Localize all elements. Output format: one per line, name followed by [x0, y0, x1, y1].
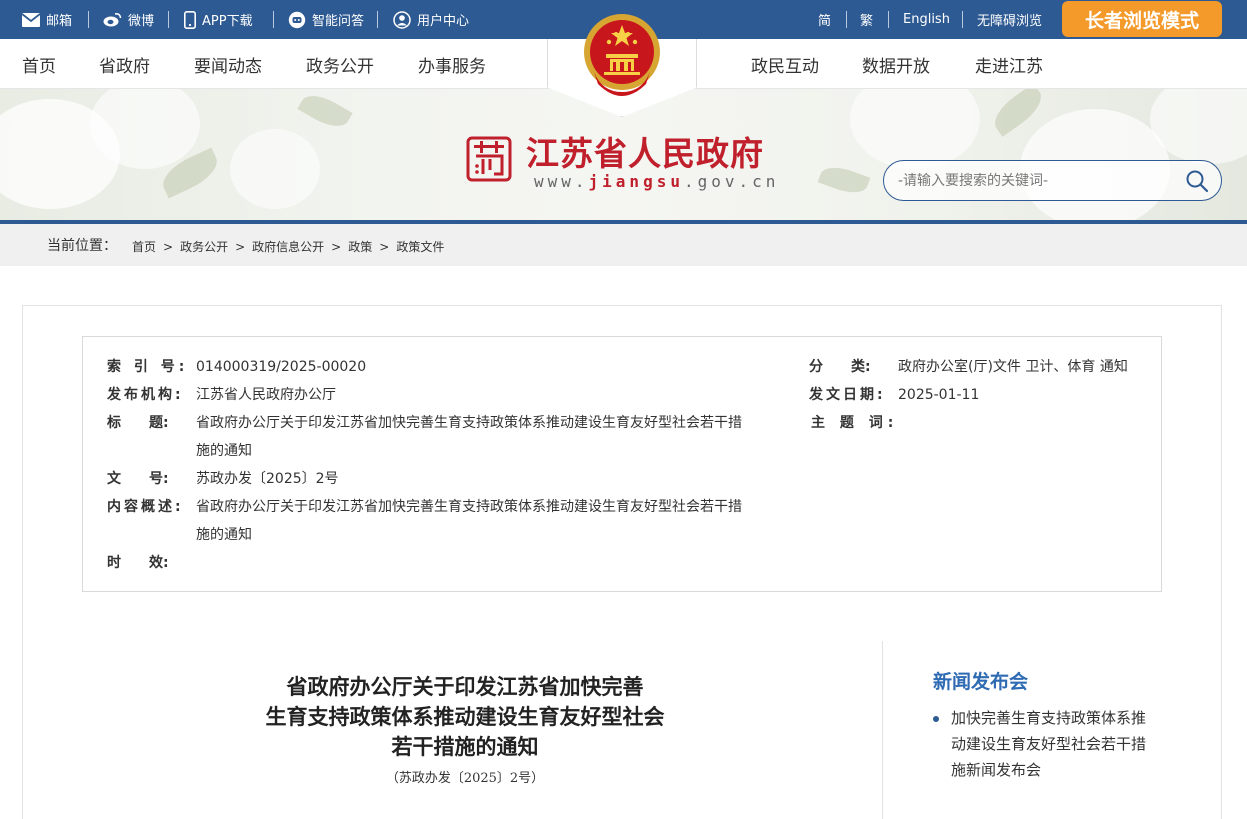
meta-index-label: 索 引 号: — [107, 359, 189, 375]
site-title[interactable]: 江苏省人民政府 — [526, 127, 764, 175]
user-center-label: 用户中心 — [417, 14, 470, 29]
document-number: （苏政办发〔2025〕2号） — [385, 771, 545, 786]
app-download-label: APP下载 — [202, 14, 253, 29]
meta-publisher-value: 江苏省人民政府办公厅 — [196, 387, 336, 403]
separator — [962, 11, 963, 28]
separator — [846, 11, 847, 28]
document-title: 省政府办公厅关于印发江苏省加快完善 生育支持政策体系推动建设生育友好型社会 若干… — [180, 672, 750, 762]
site-url-suffix: .gov.cn — [683, 172, 780, 191]
user-center-link[interactable]: 用户中心 — [393, 0, 469, 39]
user-icon — [393, 10, 411, 29]
site-url-prefix: www. — [534, 172, 589, 191]
nav-news[interactable]: 要闻动态 — [194, 39, 262, 89]
simplified-chinese-link[interactable]: 简 — [818, 0, 831, 39]
mail-label: 邮箱 — [46, 14, 73, 29]
nav-provincial-government[interactable]: 省政府 — [99, 39, 150, 89]
meta-docno-value: 苏政办发〔2025〕2号 — [196, 471, 339, 487]
meta-index-value: 014000319/2025-00020 — [196, 359, 367, 375]
meta-date-value: 2025-01-11 — [898, 387, 980, 403]
breadcrumb-list: 首页 > 政务公开 > 政府信息公开 > 政策 > 政策文件 — [132, 240, 445, 254]
meta-summary-value-line2: 施的通知 — [196, 527, 252, 543]
separator — [377, 11, 378, 28]
bullet-icon — [933, 716, 939, 722]
breadcrumb-label: 当前位置： — [47, 238, 117, 254]
breadcrumb-info-disclosure[interactable]: 政府信息公开 — [252, 240, 324, 254]
english-link[interactable]: English — [903, 0, 950, 39]
meta-title-value-line2: 施的通知 — [196, 443, 252, 459]
nav-government-affairs[interactable]: 政务公开 — [306, 39, 374, 89]
smart-qa-label: 智能问答 — [312, 14, 365, 29]
site-url: www.jiangsu.gov.cn — [534, 172, 779, 191]
separator — [888, 11, 889, 28]
accessibility-link[interactable]: 无障碍浏览 — [977, 0, 1042, 39]
smart-qa-link[interactable]: 智能问答 — [288, 0, 364, 39]
search-input[interactable] — [898, 161, 1178, 200]
breadcrumb-government-affairs[interactable]: 政务公开 — [180, 240, 228, 254]
separator — [273, 11, 274, 28]
chat-robot-icon — [288, 11, 306, 28]
nav-open-data[interactable]: 数据开放 — [862, 39, 930, 89]
meta-publisher-label: 发布机构: — [107, 387, 184, 403]
sidebar-news-item-label: 加快完善生育支持政策体系推动建设生育友好型社会若干措施新闻发布会 — [951, 709, 1147, 779]
sidebar-divider — [882, 641, 883, 819]
meta-date-label: 发文日期: — [809, 387, 886, 403]
app-download-link[interactable]: APP下载 — [184, 0, 253, 39]
sidebar-news-item[interactable]: 加快完善生育支持政策体系推动建设生育友好型社会若干措施新闻发布会 — [933, 705, 1153, 783]
breadcrumb: 当前位置： 首页 > 政务公开 > 政府信息公开 > 政策 > 政策文件 — [0, 224, 1247, 266]
nav-interaction[interactable]: 政民互动 — [751, 39, 819, 89]
national-emblem-icon[interactable] — [582, 12, 662, 96]
search-icon[interactable] — [1185, 169, 1209, 193]
sidebar-title[interactable]: 新闻发布会 — [933, 667, 1028, 694]
jiangsu-logo-icon[interactable] — [466, 136, 512, 182]
phone-icon — [184, 10, 196, 29]
meta-summary-value-line1: 省政府办公厅关于印发江苏省加快完善生育支持政策体系推动建设生育友好型社会若干措 — [196, 499, 742, 515]
weibo-icon — [103, 13, 122, 27]
breadcrumb-policy[interactable]: 政策 — [348, 240, 372, 254]
meta-title-value-line1: 省政府办公厅关于印发江苏省加快完善生育支持政策体系推动建设生育友好型社会若干措 — [196, 415, 742, 431]
nav-services[interactable]: 办事服务 — [418, 39, 486, 89]
nav-about-jiangsu[interactable]: 走进江苏 — [975, 39, 1043, 89]
meta-docno-label: 文 号: — [107, 471, 169, 487]
mail-icon — [22, 12, 40, 27]
site-url-domain: jiangsu — [588, 172, 684, 191]
meta-category-value: 政府办公室(厅)文件 卫计、体育 通知 — [898, 359, 1128, 375]
document-title-line2: 生育支持政策体系推动建设生育友好型社会 — [265, 704, 665, 729]
breadcrumb-home[interactable]: 首页 — [132, 240, 156, 254]
document-title-line1: 省政府办公厅关于印发江苏省加快完善 — [286, 674, 644, 699]
search-box — [883, 160, 1222, 201]
meta-category-label: 分 类: — [809, 359, 871, 375]
meta-validity-label: 时 效: — [107, 555, 169, 571]
meta-subject-label: 主 题 词: — [811, 415, 899, 431]
traditional-chinese-link[interactable]: 繁 — [860, 0, 873, 39]
elder-mode-button[interactable]: 长者浏览模式 — [1062, 1, 1222, 37]
weibo-label: 微博 — [128, 14, 155, 29]
separator — [88, 11, 89, 28]
weibo-link[interactable]: 微博 — [103, 0, 154, 39]
nav-home[interactable]: 首页 — [22, 39, 56, 89]
meta-summary-label: 内容概述: — [107, 499, 184, 515]
document-meta-table: 索 引 号: 014000319/2025-00020 发布机构: 江苏省人民政… — [82, 336, 1162, 592]
document-title-line3: 若干措施的通知 — [391, 734, 539, 759]
separator — [168, 11, 169, 28]
meta-title-label: 标 题: — [107, 415, 169, 431]
breadcrumb-policy-documents[interactable]: 政策文件 — [396, 240, 444, 254]
mail-link[interactable]: 邮箱 — [22, 0, 72, 39]
